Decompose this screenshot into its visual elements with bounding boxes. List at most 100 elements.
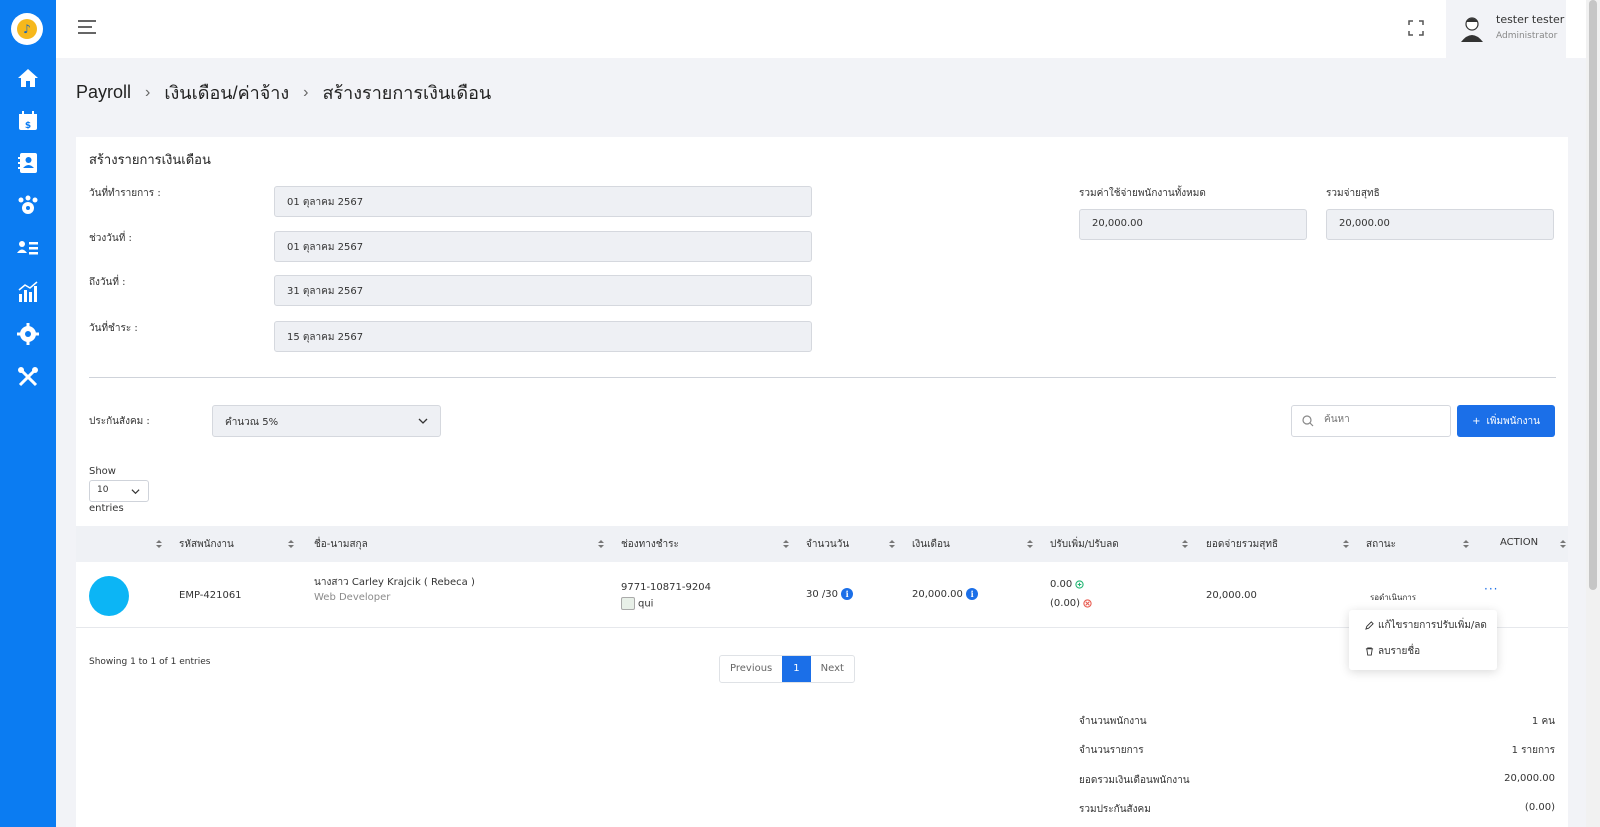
contacts-icon[interactable] bbox=[16, 151, 40, 175]
user-name: tester tester bbox=[1496, 13, 1565, 26]
sort-icon[interactable] bbox=[1027, 539, 1033, 549]
column-header-adjustment[interactable]: ปรับเพิ่ม/ปรับลด bbox=[1050, 537, 1119, 552]
column-header-action: ACTION bbox=[1500, 537, 1539, 548]
deduct-adjustment-icon[interactable] bbox=[1083, 598, 1092, 608]
user-avatar-icon bbox=[1460, 16, 1484, 42]
chevron-down-icon bbox=[131, 489, 140, 495]
add-adjustment-icon[interactable] bbox=[1075, 579, 1085, 589]
next-page-button[interactable]: Next bbox=[811, 656, 854, 682]
sort-icon[interactable] bbox=[288, 539, 294, 549]
social-security-select[interactable]: คำนวณ 5% bbox=[212, 405, 441, 437]
days-cell: 30 /30 i bbox=[806, 588, 854, 600]
period-start-field[interactable]: 01 ตุลาคม 2567 bbox=[274, 231, 812, 262]
breadcrumb-salary[interactable]: เงินเดือน/ค่าจ้าง bbox=[164, 78, 289, 107]
net-pay-cell: 20,000.00 bbox=[1206, 590, 1257, 601]
chevron-right-icon: › bbox=[303, 83, 309, 101]
column-header-days[interactable]: จำนวนวัน bbox=[806, 537, 849, 552]
user-menu[interactable]: tester tester Administrator bbox=[1446, 0, 1566, 58]
summary-total-salary-label: ยอดรวมเงินเดือนพนักงาน bbox=[1079, 775, 1190, 786]
team-gear-icon[interactable] bbox=[16, 194, 40, 218]
adjust-plus-cell: 0.00 bbox=[1050, 579, 1085, 590]
search-icon bbox=[1302, 415, 1314, 427]
top-bar: tester tester Administrator bbox=[56, 0, 1586, 58]
home-icon[interactable] bbox=[16, 66, 40, 90]
summary-total-salary-value: 20,000.00 bbox=[1504, 773, 1555, 784]
settings-gear-icon[interactable] bbox=[16, 322, 40, 346]
employee-avatar bbox=[89, 576, 129, 616]
chevron-right-icon: › bbox=[145, 83, 151, 101]
sort-icon[interactable] bbox=[889, 539, 895, 549]
bank-name: qui bbox=[638, 598, 654, 610]
user-role: Administrator bbox=[1496, 31, 1558, 41]
app-logo[interactable]: ♪ bbox=[11, 13, 43, 45]
sort-icon[interactable] bbox=[598, 539, 604, 549]
column-header-salary[interactable]: เงินเดือน bbox=[912, 537, 950, 552]
info-icon[interactable]: i bbox=[841, 588, 854, 600]
breadcrumb-create-payroll: สร้างรายการเงินเดือน bbox=[322, 83, 492, 103]
more-actions-icon[interactable]: ··· bbox=[1484, 582, 1498, 596]
payment-date-field[interactable]: 15 ตุลาคม 2567 bbox=[274, 321, 812, 352]
summary-social-security-value: (0.00) bbox=[1524, 802, 1555, 813]
sort-icon[interactable] bbox=[783, 539, 789, 549]
showing-entries-text: Showing 1 to 1 of 1 entries bbox=[89, 657, 211, 667]
emp-code-cell: EMP-421061 bbox=[179, 590, 242, 601]
search-input[interactable] bbox=[1324, 414, 1444, 425]
payroll-calendar-icon[interactable]: $ bbox=[16, 109, 40, 133]
account-number-cell: 9771-10871-9204 bbox=[621, 582, 711, 593]
remove-employee-label: ลบรายชื่อ bbox=[1378, 646, 1421, 657]
status-badge: รอดำเนินการ bbox=[1370, 593, 1417, 602]
salary-cell: 20,000.00 i bbox=[912, 588, 979, 600]
divider bbox=[89, 377, 1556, 378]
column-header-emp-code[interactable]: รหัสพนักงาน bbox=[179, 537, 234, 552]
column-header-net-pay[interactable]: ยอดจ่ายรวมสุทธิ bbox=[1206, 537, 1278, 552]
summary-employee-count-label: จำนวนพนักงาน bbox=[1079, 716, 1147, 727]
sidebar: ♪ $ bbox=[0, 0, 56, 827]
table-row: EMP-421061 นางสาว Carley Krajcik ( Rebec… bbox=[76, 562, 1568, 628]
svg-text:$: $ bbox=[25, 121, 31, 131]
employee-list-icon[interactable] bbox=[16, 236, 40, 260]
info-icon[interactable]: i bbox=[966, 588, 979, 600]
scrollbar-thumb[interactable] bbox=[1589, 0, 1597, 590]
sort-icon[interactable] bbox=[1560, 539, 1566, 549]
sort-icon[interactable] bbox=[156, 539, 162, 549]
menu-toggle-icon[interactable] bbox=[78, 20, 96, 36]
fullscreen-icon[interactable] bbox=[1408, 20, 1424, 36]
page-length-select[interactable]: 10 bbox=[89, 480, 149, 502]
days-value: 30 /30 bbox=[806, 589, 838, 600]
page-length-value: 10 bbox=[97, 485, 109, 495]
page-1-button[interactable]: 1 bbox=[782, 656, 811, 682]
column-header-name[interactable]: ชื่อ-นามสกุล bbox=[314, 537, 368, 552]
add-employee-label: เพิ่มพนักงาน bbox=[1486, 415, 1540, 427]
transaction-date-label: วันที่ทำรายการ : bbox=[89, 188, 161, 199]
sort-icon[interactable] bbox=[1463, 539, 1469, 549]
show-label: Show bbox=[89, 466, 116, 477]
period-end-field[interactable]: 31 ตุลาคม 2567 bbox=[274, 275, 812, 306]
add-employee-button[interactable]: + เพิ่มพนักงาน bbox=[1457, 405, 1555, 437]
edit-adjustment-menu-item[interactable]: แก้ไขรายการปรับเพิ่ม/ลด bbox=[1365, 618, 1487, 633]
summary-item-count-value: 1 รายการ bbox=[1511, 745, 1555, 756]
sort-icon[interactable] bbox=[1182, 539, 1188, 549]
sort-icon[interactable] bbox=[1343, 539, 1349, 549]
bank-logo-icon bbox=[621, 597, 635, 610]
column-header-payment-channel[interactable]: ช่องทางชำระ bbox=[621, 537, 679, 552]
adjust-minus-value: (0.00) bbox=[1050, 598, 1081, 609]
tools-icon[interactable] bbox=[16, 365, 40, 389]
search-box[interactable] bbox=[1291, 405, 1451, 437]
remove-employee-menu-item[interactable]: ลบรายชื่อ bbox=[1365, 644, 1420, 659]
trash-icon bbox=[1365, 647, 1374, 656]
breadcrumb-payroll[interactable]: Payroll bbox=[76, 82, 131, 103]
card-title: สร้างรายการเงินเดือน bbox=[89, 153, 211, 168]
total-expense-field: 20,000.00 bbox=[1079, 209, 1307, 240]
previous-page-button[interactable]: Previous bbox=[720, 656, 782, 682]
summary-item-count-label: จำนวนรายการ bbox=[1079, 745, 1144, 756]
employee-position-cell: Web Developer bbox=[314, 592, 391, 603]
transaction-date-field[interactable]: 01 ตุลาคม 2567 bbox=[274, 186, 812, 217]
action-dropdown: แก้ไขรายการปรับเพิ่ม/ลด ลบรายชื่อ bbox=[1349, 610, 1497, 670]
payroll-card: สร้างรายการเงินเดือน วันที่ทำรายการ : 01… bbox=[76, 137, 1568, 827]
summary-employee-count-value: 1 คน bbox=[1531, 716, 1555, 727]
column-header-status[interactable]: สถานะ bbox=[1366, 537, 1396, 552]
edit-adjustment-label: แก้ไขรายการปรับเพิ่ม/ลด bbox=[1378, 620, 1487, 631]
table-header: รหัสพนักงาน ชื่อ-นามสกุล ช่องทางชำระ จำน… bbox=[76, 526, 1568, 562]
report-chart-icon[interactable] bbox=[16, 280, 40, 304]
page-scrollbar[interactable] bbox=[1586, 0, 1600, 827]
